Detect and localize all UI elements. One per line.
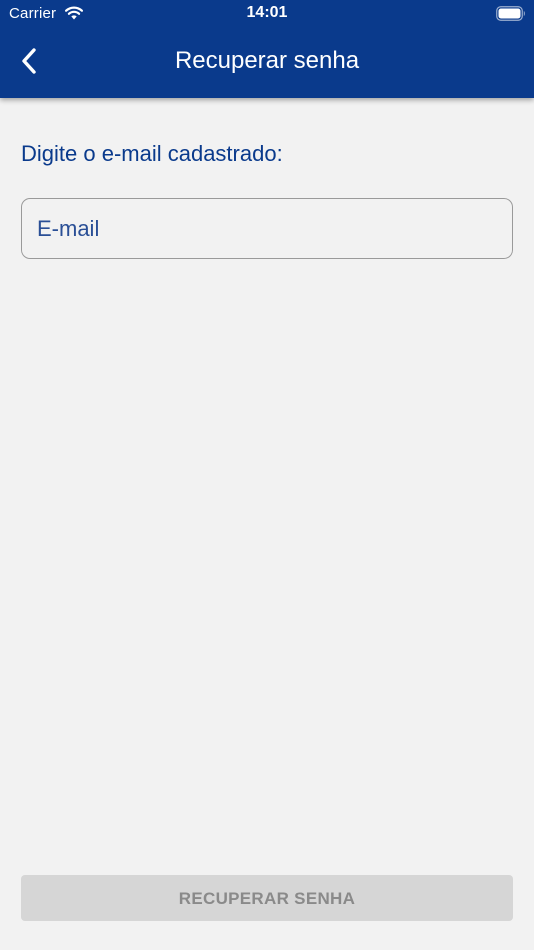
app-header: Carrier 14:01 Recuperar senha [0,0,534,98]
email-field[interactable] [21,198,513,259]
status-time: 14:01 [246,4,288,21]
email-prompt-label: Digite o e-mail cadastrado: [21,141,283,166]
recover-password-button[interactable]: RECUPERAR SENHA [21,875,513,921]
page-title: Recuperar senha [174,47,360,74]
battery-icon [496,6,526,21]
status-bar: Carrier 14:01 [0,0,534,28]
